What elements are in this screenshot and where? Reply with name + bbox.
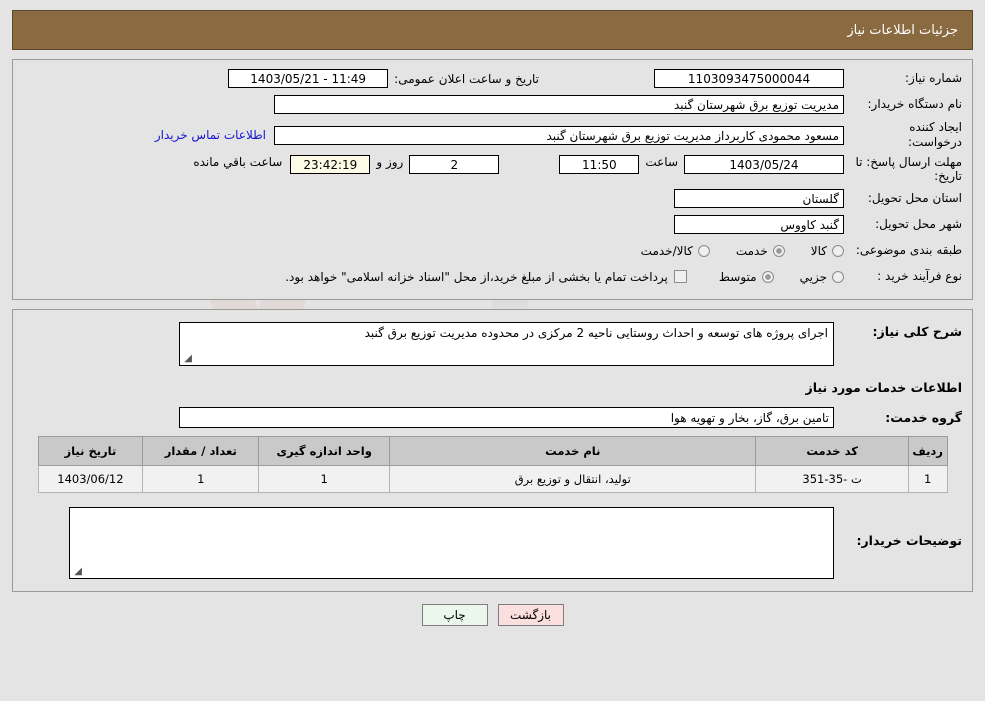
deadline-countdown-suffix: ساعت باقي مانده [193,155,283,169]
services-section-heading: اطلاعات خدمات مورد نیاز [805,380,963,395]
print-button[interactable]: چاپ [421,604,488,626]
general-description-label: شرح کلی نیاز: [872,324,962,339]
row-province: استان محل تحویل: گلستان [23,188,962,209]
th-unit: واحد اندازه گیری [258,436,391,466]
radio-icon[interactable] [761,270,774,283]
deadline-days-suffix: روز و [376,155,404,169]
purchase-type-radio-group: جزیي متوسط [693,270,844,284]
radio-icon[interactable] [772,244,785,257]
th-code: کد خدمت [755,436,909,466]
category-option-khedmat[interactable]: خدمت [736,244,785,258]
deadline-days-field[interactable]: 2 [409,155,500,174]
row-requester: ایجاد کننده درخواست: مسعود محمودی کاربرد… [23,120,962,150]
checkbox-icon[interactable] [673,270,687,283]
province-label: استان محل تحویل: [867,191,962,205]
page-header: جزئیات اطلاعات نیاز [12,10,973,50]
buyer-contact-link[interactable]: اطلاعات تماس خریدار [147,128,274,142]
row-need-number: شماره نیاز: 1103093475000044 تاریخ و ساع… [23,68,962,89]
category-option-kala-khedmat[interactable]: کالا/خدمت [641,244,710,258]
category-option-kala[interactable]: کالا [811,244,844,258]
buyer-notes-textarea[interactable]: ◢ [69,507,834,579]
purchase-type-option-motevaset[interactable]: متوسط [719,270,774,284]
buyer-org-label: نام دستگاه خریدار: [867,97,963,111]
table-header-row: ردیف کد خدمت نام خدمت واحد اندازه گیری ت… [37,436,948,466]
announce-datetime-field[interactable]: 11:49 - 1403/05/21 [228,69,389,88]
row-buyer-notes: توضیحات خریدار: ◢ [23,507,962,579]
services-table: ردیف کد خدمت نام خدمت واحد اندازه گیری ت… [37,436,948,493]
th-need-date: تاریخ نیاز [37,436,144,466]
radio-icon[interactable] [697,244,710,257]
cell-unit: 1 [258,465,391,493]
service-group-field[interactable]: تامین برق، گاز، بخار و تهویه هوا [179,407,834,428]
deadline-time-label: ساعت [645,155,678,169]
th-quantity: تعداد / مقدار [142,436,260,466]
page-title: جزئیات اطلاعات نیاز [847,22,958,38]
general-description-textarea[interactable]: اجرای پروژه های توسعه و احداث روستایی نا… [179,322,834,366]
table-row[interactable]: 1 ت -35-351 تولید، انتقال و توزیع برق 1 … [37,465,948,493]
service-group-label: گروه خدمت: [885,410,962,425]
buyer-org-field[interactable]: مدیریت توزیع برق شهرستان گنبد [274,95,844,114]
treasury-bond-checkbox-label: پرداخت تمام یا بخشی از مبلغ خرید،از محل … [285,269,668,284]
th-row-no: ردیف [907,436,948,466]
deadline-label: مهلت ارسال پاسخ: تا تاریخ: [855,155,962,183]
action-button-row: بازگشت چاپ [0,604,985,626]
cell-name: تولید، انتقال و توزیع برق [389,465,757,493]
category-label: طبقه بندی موضوعی: [855,243,962,257]
province-field[interactable]: گلستان [674,189,844,208]
treasury-bond-checkbox-row[interactable]: پرداخت تمام یا بخشی از مبلغ خرید،از محل … [285,270,687,284]
general-description-value: اجرای پروژه های توسعه و احداث روستایی نا… [364,326,828,340]
th-name: نام خدمت [389,436,757,466]
category-option-label: خدمت [735,243,768,258]
row-service-group: گروه خدمت: تامین برق، گاز، بخار و تهویه … [23,407,962,428]
buyer-notes-label: توضیحات خریدار: [856,533,962,548]
cell-code: ت -35-351 [755,465,909,493]
city-label: شهر محل تحویل: [875,217,962,231]
deadline-countdown-field: 23:42:19 [290,155,371,174]
cell-need-date: 1403/06/12 [37,465,144,493]
resize-grip-icon[interactable]: ◢ [182,354,192,364]
need-info-panel: شماره نیاز: 1103093475000044 تاریخ و ساع… [12,59,973,300]
announce-datetime-label: تاریخ و ساعت اعلان عمومی: [394,71,539,86]
row-purchase-type: نوع فرآیند خرید : جزیي متوسط پرداخت تمام… [23,266,962,287]
services-panel: شرح کلی نیاز: اجرای پروژه های توسعه و اح… [12,309,973,592]
requester-field[interactable]: مسعود محمودی کاربرداز مدیریت توزیع برق ش… [274,125,844,145]
deadline-time-field[interactable]: 11:50 [559,155,640,174]
row-category: طبقه بندی موضوعی: کالا خدمت کالا/خدمت [23,240,962,261]
row-general-description: شرح کلی نیاز: اجرای پروژه های توسعه و اح… [23,322,962,366]
cell-row-no: 1 [907,465,948,493]
purchase-type-option-label: متوسط [718,269,757,284]
deadline-date-field[interactable]: 1403/05/24 [684,155,844,174]
row-buyer-org: نام دستگاه خریدار: مدیریت توزیع برق شهرس… [23,94,962,115]
purchase-type-option-label: جزیي [799,269,827,284]
category-radio-group: کالا خدمت کالا/خدمت [615,244,844,258]
purchase-type-option-jozei[interactable]: جزیي [800,270,844,284]
row-deadline: مهلت ارسال پاسخ: تا تاریخ: 1403/05/24 سا… [23,155,962,183]
category-option-label: کالا [810,243,827,258]
resize-grip-icon[interactable]: ◢ [72,567,82,577]
back-button[interactable]: بازگشت [497,604,564,626]
need-number-field[interactable]: 1103093475000044 [654,69,844,88]
radio-icon[interactable] [832,270,844,283]
cell-quantity: 1 [142,465,260,493]
category-option-label: کالا/خدمت [640,243,693,258]
need-number-label: شماره نیاز: [905,71,962,85]
requester-label: ایجاد کننده درخواست: [908,120,962,149]
radio-icon[interactable] [832,244,844,257]
purchase-type-label: نوع فرآیند خرید : [877,269,962,283]
city-field[interactable]: گنبد کاووس [674,215,844,234]
row-city: شهر محل تحویل: گنبد کاووس [23,214,962,235]
